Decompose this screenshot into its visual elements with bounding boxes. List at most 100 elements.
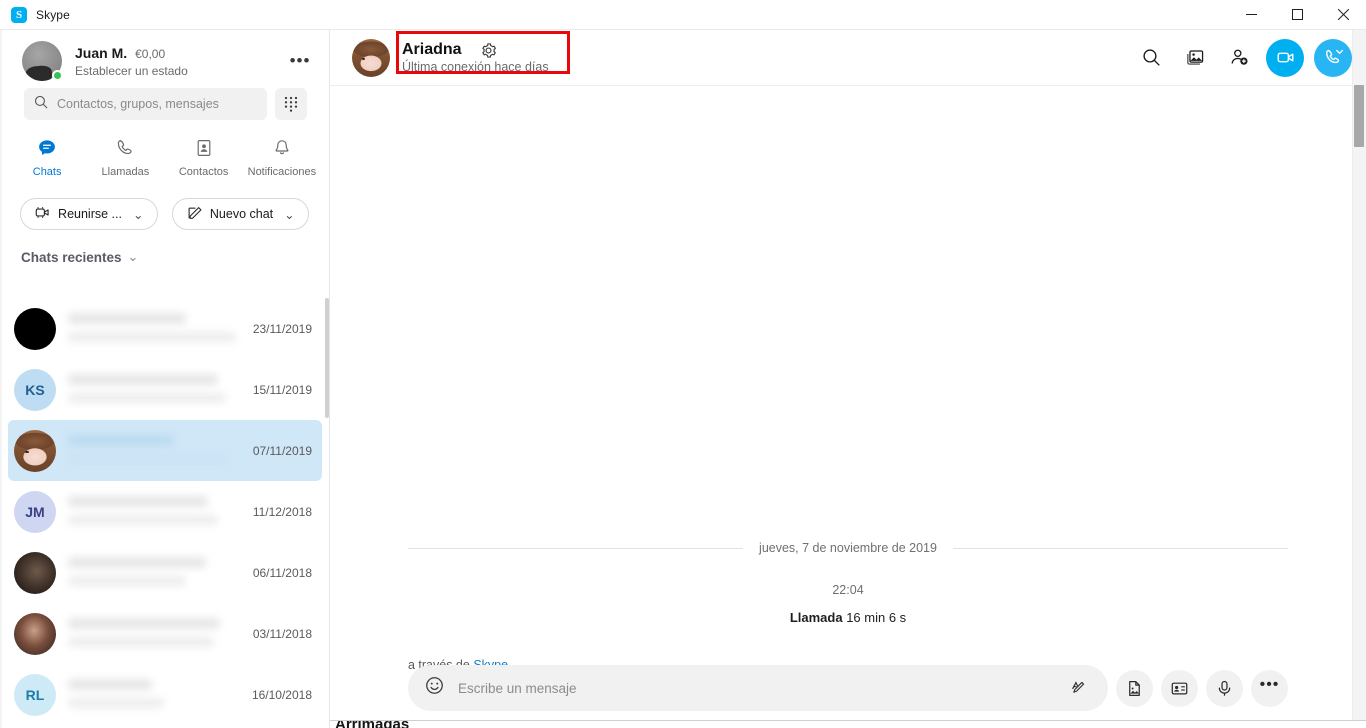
chevron-down-icon: ⌄ bbox=[127, 249, 139, 264]
image-gallery-icon[interactable] bbox=[1178, 41, 1212, 75]
separator-line-right bbox=[952, 547, 1288, 549]
search-icon[interactable] bbox=[1134, 41, 1168, 75]
sidebar-item-label: Notificaciones bbox=[247, 166, 317, 178]
profile-more-button[interactable]: ••• bbox=[285, 46, 315, 76]
emoji-smiley-icon[interactable] bbox=[424, 675, 445, 701]
avatar bbox=[14, 612, 56, 655]
redacted-message-preview bbox=[68, 392, 226, 403]
call-timestamp: 22:04 bbox=[832, 583, 864, 597]
contact-name-row: Ariadna bbox=[402, 41, 549, 59]
list-item-date: 16/10/2018 bbox=[251, 687, 312, 702]
search-box[interactable] bbox=[24, 88, 267, 120]
text-format-icon[interactable] bbox=[1064, 673, 1094, 703]
window-scrollbar[interactable] bbox=[1352, 30, 1366, 728]
contact-card-icon[interactable] bbox=[1161, 669, 1198, 707]
avatar bbox=[14, 307, 56, 350]
contact-status: Última conexión hace días bbox=[402, 60, 549, 74]
contact-avatar[interactable] bbox=[352, 38, 390, 77]
list-item[interactable]: 23/11/2019 bbox=[8, 298, 322, 359]
bell-icon bbox=[271, 137, 293, 162]
list-item[interactable]: RL 16/10/2018 bbox=[8, 664, 322, 725]
minimize-icon[interactable] bbox=[1228, 0, 1274, 30]
redacted-message-preview bbox=[68, 453, 228, 464]
redacted-contact-name bbox=[68, 312, 186, 324]
list-item-preview bbox=[68, 491, 245, 533]
avatar: KS bbox=[14, 368, 56, 411]
sidebar-item-label: Chats bbox=[32, 166, 62, 178]
maximize-icon[interactable] bbox=[1274, 0, 1320, 30]
list-item[interactable]: 03/11/2018 bbox=[8, 603, 322, 664]
list-item-preview bbox=[68, 674, 244, 716]
separator-line-left bbox=[408, 547, 744, 549]
recent-chats-header[interactable]: Chats recientes ⌄ bbox=[0, 230, 329, 274]
phone-icon bbox=[114, 137, 136, 162]
more-options-icon[interactable]: ••• bbox=[1251, 669, 1288, 707]
search-row bbox=[0, 88, 329, 120]
action-buttons: Reunirse ... ⌄ Nuevo chat ⌄ bbox=[0, 185, 329, 230]
message-area: jueves, 7 de noviembre de 2019 22:04 Lla… bbox=[330, 86, 1366, 686]
redacted-message-preview bbox=[68, 697, 164, 708]
search-input[interactable] bbox=[57, 97, 257, 111]
sidebar-scrollbar-thumb[interactable] bbox=[325, 298, 329, 418]
redacted-message-preview bbox=[68, 331, 236, 342]
redacted-contact-name bbox=[68, 495, 208, 507]
new-chat-button[interactable]: Nuevo chat ⌄ bbox=[171, 198, 309, 230]
list-item[interactable]: KS 15/11/2019 bbox=[8, 359, 322, 420]
avatar bbox=[14, 551, 56, 594]
list-item-date: 07/11/2019 bbox=[252, 443, 312, 458]
conversation-actions bbox=[1134, 38, 1352, 77]
redacted-contact-name bbox=[68, 556, 206, 568]
redacted-message-preview bbox=[68, 514, 218, 525]
profile-text: Juan M. €0,00 Establecer un estado bbox=[75, 45, 188, 78]
redacted-contact-name bbox=[68, 678, 152, 690]
profile-name-row: Juan M. €0,00 bbox=[75, 45, 188, 61]
set-status-link[interactable]: Establecer un estado bbox=[75, 64, 188, 78]
avatar-image bbox=[14, 429, 56, 472]
profile-balance: €0,00 bbox=[135, 46, 166, 61]
list-item[interactable]: JM 11/12/2018 bbox=[8, 481, 322, 542]
sidebar-scrollbar[interactable] bbox=[325, 298, 329, 728]
contact-info: Ariadna Última conexión hace días bbox=[402, 41, 549, 74]
chevron-down-icon: ⌄ bbox=[284, 207, 295, 222]
list-item-date: 23/11/2019 bbox=[252, 321, 312, 336]
sidebar-item-notificaciones[interactable]: Notificaciones bbox=[243, 132, 321, 185]
list-item-date: 11/12/2018 bbox=[252, 504, 312, 519]
meet-now-button[interactable]: Reunirse ... ⌄ bbox=[20, 198, 158, 230]
sidebar-item-contactos[interactable]: Contactos bbox=[165, 132, 243, 185]
add-person-icon[interactable] bbox=[1222, 41, 1256, 75]
meet-now-label: Reunirse ... bbox=[58, 207, 122, 221]
message-input-wrapper[interactable] bbox=[408, 665, 1108, 711]
chevron-down-icon: ⌄ bbox=[132, 207, 144, 222]
chat-list[interactable]: 23/11/2019 KS 15/11/2019 07/11/2019 JM 11/12/… bbox=[0, 298, 329, 728]
profile-row[interactable]: Juan M. €0,00 Establecer un estado ••• bbox=[0, 30, 329, 88]
contact-avatar-image bbox=[352, 38, 390, 77]
close-icon[interactable] bbox=[1320, 0, 1366, 30]
video-meet-icon bbox=[34, 204, 51, 224]
background-window[interactable]: Arrimadas bbox=[330, 720, 1366, 728]
sidebar-item-llamadas[interactable]: Llamadas bbox=[86, 132, 164, 185]
profile-name: Juan M. bbox=[75, 44, 128, 61]
background-window-title: Arrimadas bbox=[335, 721, 409, 728]
attach-file-icon[interactable] bbox=[1116, 669, 1153, 707]
list-item-date: 15/11/2019 bbox=[252, 382, 312, 397]
video-call-icon[interactable] bbox=[1266, 38, 1304, 77]
dialpad-icon[interactable] bbox=[275, 88, 307, 120]
phone-call-icon[interactable] bbox=[1314, 38, 1352, 77]
settings-gear-icon[interactable] bbox=[480, 41, 498, 59]
window-scrollbar-thumb[interactable] bbox=[1354, 85, 1364, 147]
avatar[interactable] bbox=[22, 41, 63, 81]
list-item[interactable]: 06/11/2018 bbox=[8, 542, 322, 603]
sidebar-item-chats[interactable]: Chats bbox=[8, 132, 86, 185]
title-bar: S Skype bbox=[0, 0, 1366, 30]
page-title[interactable]: Ariadna bbox=[402, 41, 462, 59]
avatar bbox=[14, 429, 56, 472]
avatar-image bbox=[14, 551, 56, 594]
microphone-icon[interactable] bbox=[1206, 669, 1243, 707]
call-description: Llamada 16 min 6 s bbox=[408, 610, 1288, 625]
left-sidebar: Juan M. €0,00 Establecer un estado ••• C… bbox=[0, 30, 330, 728]
message-input[interactable] bbox=[458, 680, 1051, 696]
day-separator-label: jueves, 7 de noviembre de 2019 bbox=[759, 541, 937, 555]
conversation-header: Ariadna Última conexión hace días bbox=[330, 30, 1366, 86]
list-item[interactable]: 07/11/2019 bbox=[8, 420, 322, 481]
